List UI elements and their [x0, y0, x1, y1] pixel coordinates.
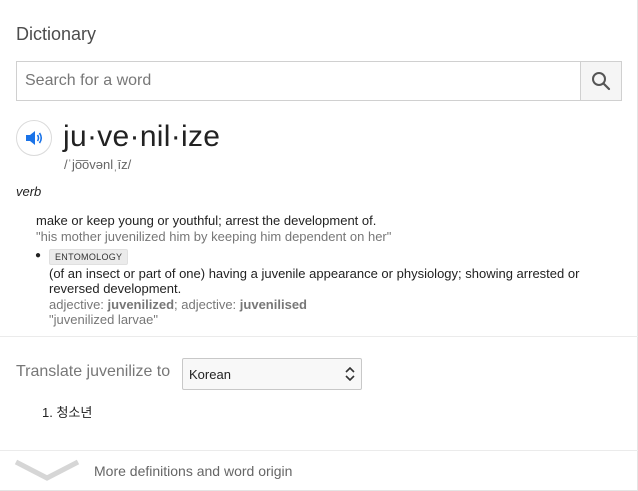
form-label: adjective: [181, 297, 237, 312]
search-box [16, 61, 622, 101]
divider [0, 450, 638, 451]
phonetic: /ˈjo͞ovənlˌīz/ [64, 157, 132, 172]
definition-text: make or keep young or youthful; arrest t… [36, 213, 377, 228]
search-icon [592, 72, 611, 91]
translate-label: Translate juvenilize to [16, 363, 171, 380]
chevron-down-icon[interactable] [14, 458, 80, 482]
select-arrows-icon [345, 367, 355, 381]
headword: ju·ve·nil·ize [63, 120, 221, 153]
part-of-speech: verb [16, 184, 42, 199]
form-label: adjective: [49, 297, 104, 312]
divider [0, 336, 638, 337]
bullet: ● [35, 250, 42, 261]
definition-example: "juvenilized larvae" [49, 312, 158, 327]
search-input[interactable] [17, 62, 580, 100]
language-select-value: Korean [189, 366, 231, 382]
form-word[interactable]: juvenilized [108, 297, 174, 312]
language-select[interactable]: Korean [182, 358, 362, 390]
form-word[interactable]: juvenilised [240, 297, 307, 312]
translation-result: 1. 청소년 [42, 405, 93, 420]
more-definitions-link[interactable]: More definitions and word origin [94, 463, 292, 479]
search-button[interactable] [580, 62, 621, 100]
speaker-icon [26, 131, 43, 145]
pronounce-button[interactable] [16, 120, 52, 156]
definition-text: (of an insect or part of one) having a j… [49, 266, 580, 296]
card-title: Dictionary [16, 24, 97, 44]
definition-example: "his mother juvenilized him by keeping h… [36, 229, 392, 244]
dictionary-card: Dictionary ju·ve·nil·ize /ˈjo͞ovənlˌīz/ … [0, 0, 638, 491]
word-forms: adjective: juvenilized; adjective: juven… [49, 297, 307, 312]
subject-badge: ENTOMOLOGY [49, 249, 129, 265]
